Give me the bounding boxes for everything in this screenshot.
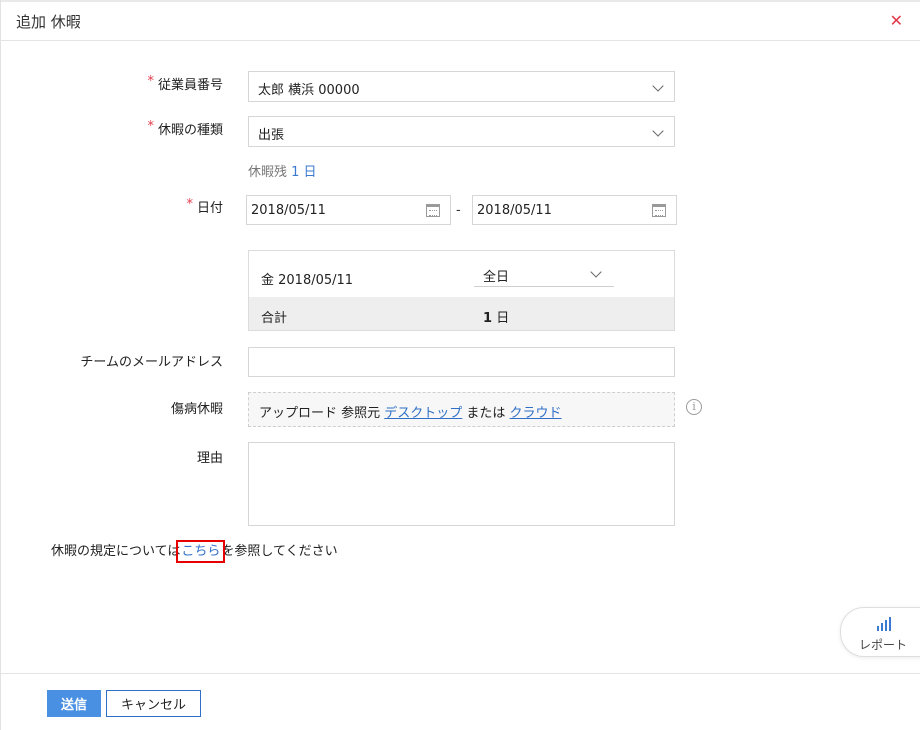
calendar-icon[interactable] — [426, 204, 440, 217]
team-email-input[interactable] — [248, 347, 675, 377]
calendar-icon[interactable] — [652, 204, 666, 217]
leave-balance-label: 休暇残 — [248, 165, 288, 180]
leave-type-label: * 休暇の種類 — [147, 119, 223, 138]
leave-balance-value: 1 日 — [291, 165, 317, 180]
upload-desktop-link[interactable]: デスクトップ — [384, 406, 462, 421]
chevron-down-icon — [652, 125, 664, 137]
required-mark: * — [186, 197, 193, 212]
chevron-down-icon — [590, 266, 602, 278]
policy-note: 休暇の規定についてはこちらを参照してください — [51, 540, 338, 563]
chevron-down-icon — [652, 80, 664, 92]
summary-total-value: 1 日 — [483, 307, 509, 326]
policy-text-after: を参照してください — [221, 544, 338, 559]
day-type-select[interactable]: 全日 — [474, 265, 614, 287]
upload-text: アップロード 参照元 デスクトップ または クラウド — [259, 402, 562, 421]
upload-prefix: アップロード 参照元 — [259, 406, 385, 421]
dialog-footer: 送信 キャンセル — [1, 673, 920, 730]
date-label-text: 日付 — [196, 201, 223, 216]
summary-day-label: 金 2018/05/11 — [261, 273, 354, 288]
leave-type-select-value: 出張 — [258, 128, 285, 143]
date-to-value: 2018/05/11 — [477, 203, 552, 218]
upload-cloud-link[interactable]: クラウド — [510, 406, 562, 421]
cancel-button[interactable]: キャンセル — [106, 690, 201, 717]
date-from-value: 2018/05/11 — [251, 203, 326, 218]
leave-day-summary: 金 2018/05/11 全日 合計 1 日 — [248, 250, 675, 331]
policy-text-before: 休暇の規定については — [51, 544, 181, 559]
leave-balance: 休暇残 1 日 — [248, 161, 317, 180]
info-icon[interactable]: i — [686, 399, 702, 415]
required-mark: * — [147, 74, 154, 89]
upload-or-text: または — [462, 406, 510, 421]
employee-label: * 従業員番号 — [147, 74, 223, 93]
required-mark: * — [147, 119, 154, 134]
date-from-input[interactable]: 2018/05/11 — [246, 195, 451, 225]
summary-total-label: 合計 — [261, 311, 288, 326]
summary-total-unit: 日 — [496, 311, 510, 326]
dialog-title: 追加 休暇 — [16, 13, 81, 31]
policy-link[interactable]: こちら — [176, 540, 226, 563]
employee-select-value: 太郎 横浜 00000 — [258, 83, 360, 98]
reason-label: 理由 — [196, 451, 223, 466]
summary-total-number: 1 — [483, 311, 493, 326]
leave-type-select[interactable]: 出張 — [248, 116, 675, 147]
employee-select[interactable]: 太郎 横浜 00000 — [248, 71, 675, 102]
sick-leave-upload-area[interactable]: アップロード 参照元 デスクトップ または クラウド — [248, 392, 675, 427]
day-type-value: 全日 — [483, 270, 510, 285]
report-tab-label: レポート — [859, 638, 908, 652]
employee-label-text: 従業員番号 — [157, 78, 223, 93]
date-label: * 日付 — [186, 197, 223, 216]
dialog-header: 追加 休暇 ✕ — [1, 0, 920, 41]
report-chart-icon — [876, 617, 892, 631]
date-to-input[interactable]: 2018/05/11 — [472, 195, 677, 225]
submit-button[interactable]: 送信 — [47, 690, 101, 717]
add-leave-dialog: 追加 休暇 ✕ * 従業員番号 太郎 横浜 00000 * 休暇の種類 出張 休暇残… — [0, 0, 920, 730]
sick-leave-label: 傷病休暇 — [170, 402, 223, 417]
date-separator: - — [456, 203, 461, 218]
report-tab[interactable]: レポート — [840, 607, 920, 657]
leave-type-label-text: 休暇の種類 — [157, 123, 223, 138]
summary-day-row: 金 2018/05/11 全日 — [249, 251, 674, 297]
summary-total-row: 合計 1 日 — [249, 297, 674, 330]
reason-textarea[interactable] — [248, 442, 675, 526]
close-icon[interactable]: ✕ — [890, 11, 903, 30]
team-email-label: チームのメールアドレス — [80, 355, 223, 370]
